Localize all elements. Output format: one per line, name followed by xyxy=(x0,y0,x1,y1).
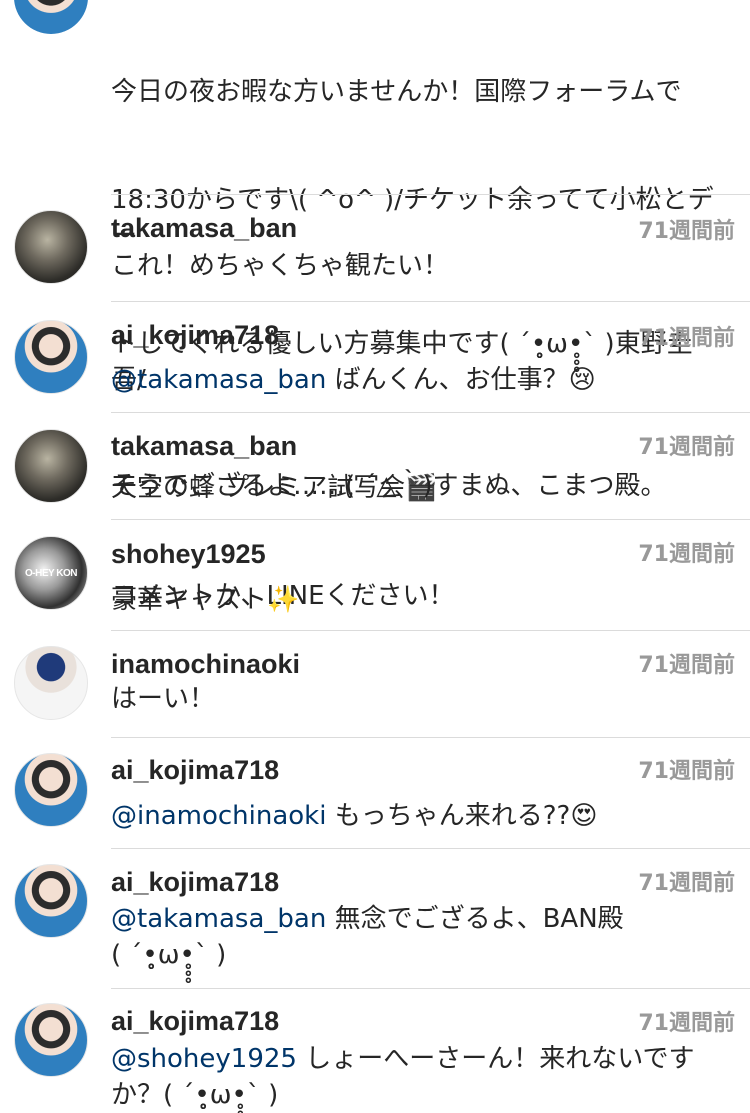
avatar[interactable] xyxy=(14,753,88,827)
mention-link[interactable]: @takamasa_ban xyxy=(111,365,326,395)
timestamp: 71週間前 xyxy=(638,1011,735,1036)
avatar[interactable]: O-HEY KON xyxy=(14,536,88,610)
username[interactable]: takamasa_ban xyxy=(111,431,297,462)
username[interactable]: inamochinaoki xyxy=(111,649,300,680)
timestamp: 71週間前 xyxy=(638,871,735,896)
username[interactable]: ai_kojima718 xyxy=(111,1006,279,1037)
comment-text: @takamasa_ban ばんくん、お仕事？😢 xyxy=(111,362,721,398)
comment-text: @inamochinaoki もっちゃん来れる??😍 xyxy=(111,798,721,834)
comment-item: inamochinaoki 71週間前 はーい！ xyxy=(0,631,750,738)
avatar[interactable] xyxy=(14,210,88,284)
timestamp: 71週間前 xyxy=(638,219,735,244)
comment-item: 今日の夜お暇な方いませんか！国際フォーラムで 18:30からです\( ^o^ )… xyxy=(0,0,750,611)
avatar[interactable] xyxy=(14,646,88,720)
comment-item: ai_kojima718 71週間前 @takamasa_ban 無念でござるよ… xyxy=(0,849,750,989)
avatar[interactable] xyxy=(14,864,88,938)
username[interactable]: ai_kojima718 xyxy=(111,867,279,898)
comment-text: @takamasa_ban 無念でござるよ、BAN殿 ( ´•̥̥̥ω•̥̥̥`… xyxy=(111,901,721,973)
avatar[interactable] xyxy=(14,1003,88,1077)
comment-body: これ！めちゃくちゃ観たい！ xyxy=(111,251,450,281)
comment-body: そうでござるよ……( ´△｀)すまぬ、こまつ殿。 xyxy=(111,471,667,501)
username[interactable]: takamasa_ban xyxy=(111,213,297,244)
mention-link[interactable]: @takamasa_ban xyxy=(111,904,326,934)
comment-body: はーい！ xyxy=(111,684,216,714)
timestamp: 71週間前 xyxy=(638,326,735,351)
comment-item: ai_kojima718 71週間前 @takamasa_ban ばんくん、お仕… xyxy=(0,302,750,413)
comment-item: takamasa_ban 71週間前 これ！めちゃくちゃ観たい！ xyxy=(0,195,750,302)
comment-text: 豪華キャスト✨ xyxy=(111,582,721,618)
username[interactable]: ai_kojima718 xyxy=(111,320,279,351)
avatar[interactable] xyxy=(14,320,88,394)
comment-text: これ！めちゃくちゃ観たい！ xyxy=(111,248,721,284)
comment-item: takamasa_ban 71週間前 そうでござるよ……( ´△｀)すまぬ、こま… xyxy=(0,413,750,520)
comment-text: そうでござるよ……( ´△｀)すまぬ、こまつ殿。 xyxy=(111,468,721,504)
username[interactable]: ai_kojima718 xyxy=(111,755,279,786)
timestamp: 71週間前 xyxy=(638,542,735,567)
mention-link[interactable]: @shohey1925 xyxy=(111,1044,297,1074)
username[interactable]: shohey1925 xyxy=(111,539,266,570)
mention-link[interactable]: @inamochinaoki xyxy=(111,801,326,831)
avatar[interactable] xyxy=(14,0,88,34)
avatar[interactable] xyxy=(14,429,88,503)
avatar-text: O-HEY KON xyxy=(25,568,78,579)
comment-text: はーい！ xyxy=(111,681,721,717)
timestamp: 71週間前 xyxy=(638,653,735,678)
comment-line: 今日の夜お暇な方いませんか！国際フォーラムで xyxy=(111,77,682,107)
comment-text: @shohey1925 しょーへーさーん！来れないです か？( ´•̥̥̥ω•̥… xyxy=(111,1041,721,1113)
comment-item: O-HEY KON shohey1925 71週間前 豪華キャスト✨ xyxy=(0,520,750,631)
comment-body: 豪華キャスト✨ xyxy=(111,585,300,615)
comment-item: ai_kojima718 71週間前 @shohey1925 しょーへーさーん！… xyxy=(0,989,750,1110)
timestamp: 71週間前 xyxy=(638,759,735,784)
timestamp: 71週間前 xyxy=(638,435,735,460)
comment-body: もっちゃん来れる??😍 xyxy=(326,801,598,831)
comment-body: ばんくん、お仕事？😢 xyxy=(326,365,596,395)
comment-item: ai_kojima718 71週間前 @inamochinaoki もっちゃん来… xyxy=(0,738,750,849)
